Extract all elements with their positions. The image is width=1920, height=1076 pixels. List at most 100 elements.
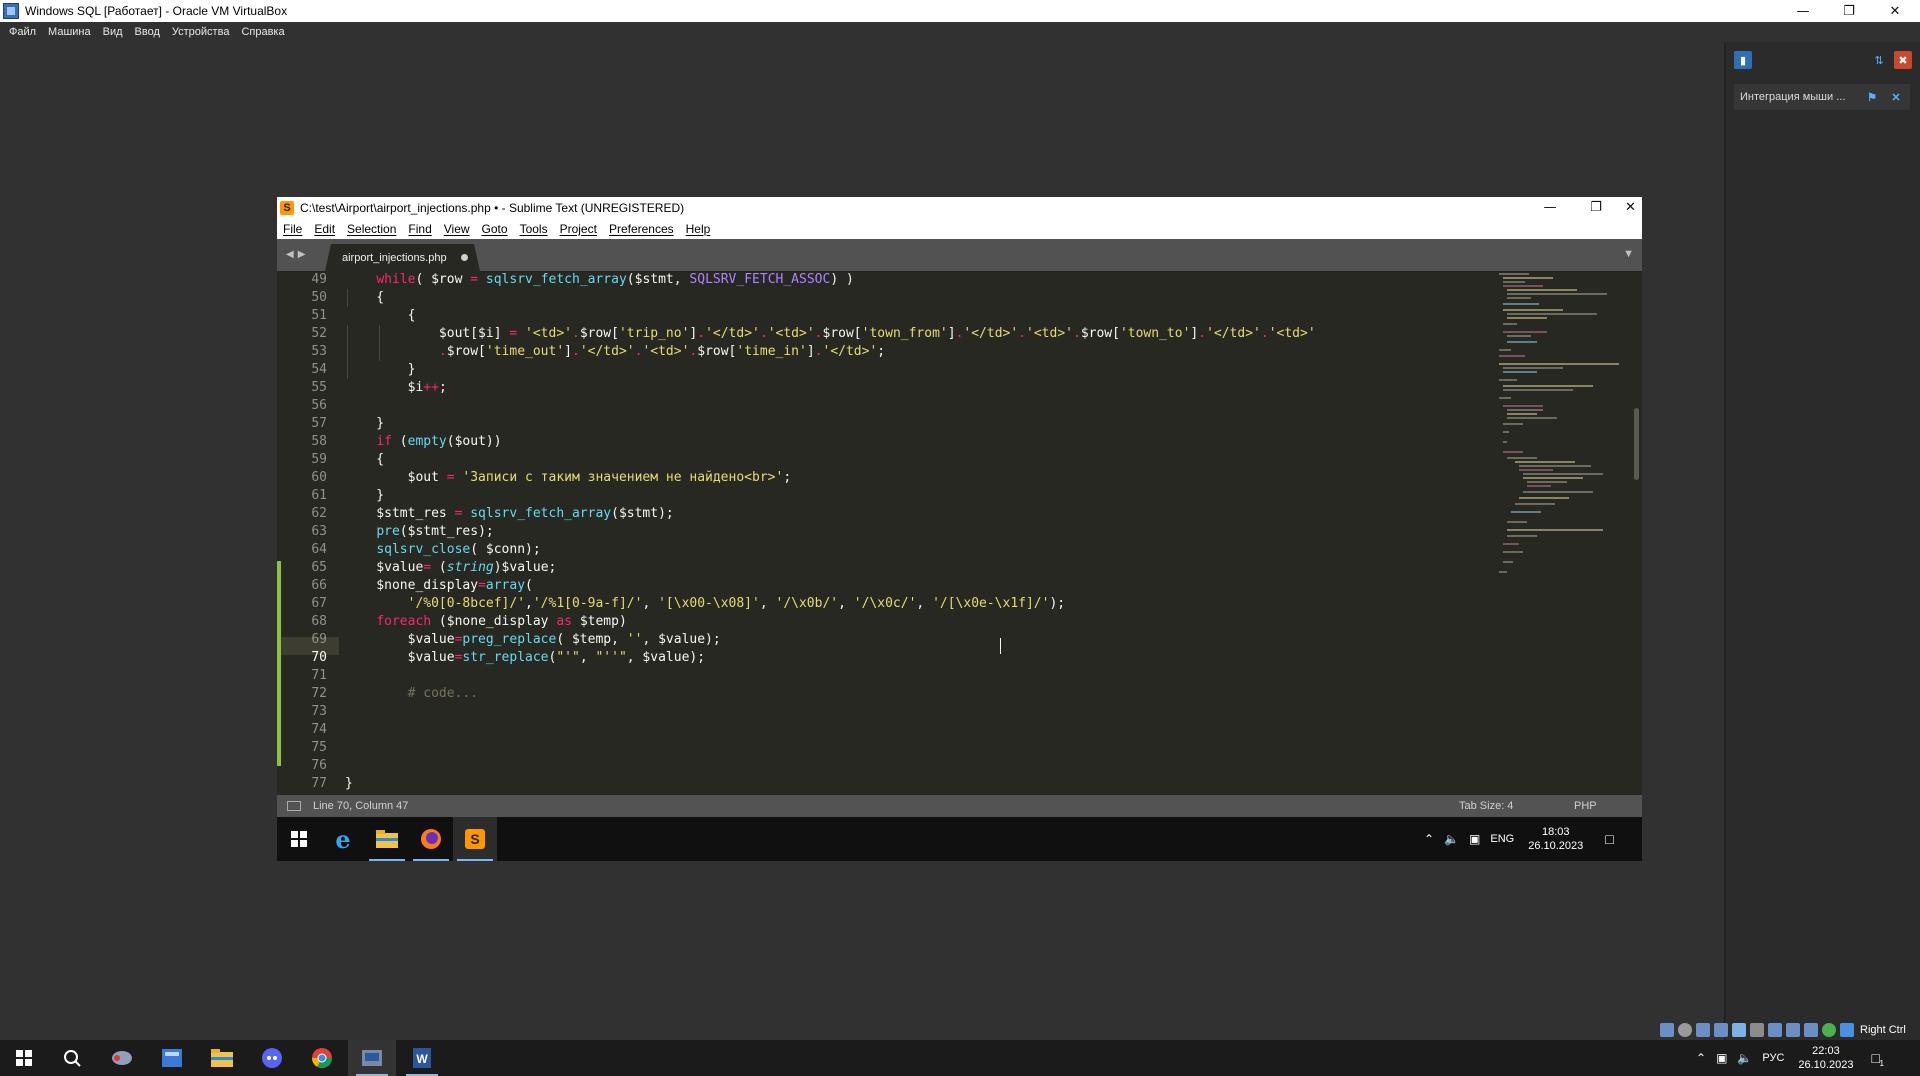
minimap[interactable]	[1495, 271, 1625, 795]
discord-icon[interactable]	[248, 1040, 296, 1076]
tab-size[interactable]: Tab Size: 4	[1459, 800, 1513, 812]
host-date: 26.10.2023	[1798, 1059, 1854, 1071]
vertical-scrollbar[interactable]	[1632, 271, 1642, 795]
vbox-menu-help[interactable]: Справка	[241, 26, 284, 38]
menu-selection[interactable]: Selection	[347, 222, 396, 236]
menu-view[interactable]: View	[444, 222, 470, 236]
scroll-thumb[interactable]	[1634, 408, 1639, 480]
action-center-icon[interactable]: □	[1605, 831, 1613, 847]
menu-project[interactable]: Project	[560, 222, 597, 236]
show-panel-icon[interactable]	[287, 801, 301, 811]
guest-time: 18:03	[1541, 826, 1570, 838]
tab-dropdown-icon[interactable]: ▼	[1623, 248, 1634, 260]
unsaved-dot-icon[interactable]	[461, 254, 468, 261]
close-button[interactable]: ✕	[1872, 0, 1918, 22]
guest-clock[interactable]: 18:03 26.10.2023	[1528, 825, 1583, 853]
code-line: .$row['time_out'].'</td>'.'<td>'.$row['t…	[438, 344, 886, 359]
line-number: 52	[311, 326, 327, 341]
line-number: 64	[311, 542, 327, 557]
optical-drive-icon[interactable]	[1678, 1023, 1692, 1037]
host-taskbar: W ⌃ ▣ 🔈 РУС 22:03 26.10.2023 □ 1	[0, 1040, 1920, 1076]
host-windows-start-icon[interactable]	[0, 1040, 48, 1076]
sublime-restore-button[interactable]: ❐	[1573, 197, 1619, 218]
display-icon[interactable]	[1768, 1023, 1782, 1037]
code-line: $value=str_replace("'", "''", $value);	[345, 650, 706, 665]
host-file-explorer-icon[interactable]	[198, 1040, 246, 1076]
code-line: # code...	[407, 686, 479, 701]
code-line: $i++;	[345, 380, 447, 395]
network-icon[interactable]: ▣	[1469, 832, 1480, 846]
shared-folders-icon[interactable]	[1750, 1023, 1764, 1037]
menu-help[interactable]: Help	[686, 222, 711, 236]
virtualbox-taskbar-icon[interactable]	[348, 1040, 396, 1076]
file-explorer-icon[interactable]	[365, 817, 409, 861]
vbox-status-bar: Right Ctrl	[1660, 1020, 1920, 1040]
line-number: 77	[311, 776, 327, 791]
host-input-language[interactable]: РУС	[1762, 1052, 1784, 1064]
chrome-icon[interactable]	[298, 1040, 346, 1076]
text-caret	[1000, 638, 1001, 654]
line-number: 75	[311, 740, 327, 755]
vbox-menu-view[interactable]: Вид	[103, 26, 123, 38]
vbox-menu-machine[interactable]: Машина	[48, 26, 91, 38]
hard-disk-icon[interactable]	[1660, 1023, 1674, 1037]
host-show-hidden-icons-icon[interactable]: ⌃	[1696, 1051, 1706, 1065]
recording-icon[interactable]	[1786, 1023, 1800, 1037]
sublime-text-taskbar-icon[interactable]: S	[453, 817, 497, 861]
notification-mute-icon[interactable]: ⚑	[1864, 91, 1880, 104]
host-app-icon[interactable]	[148, 1040, 196, 1076]
usb-icon[interactable]	[1732, 1023, 1746, 1037]
syntax-selector[interactable]: PHP	[1574, 800, 1597, 812]
mouse-integration-icon[interactable]	[1822, 1023, 1836, 1037]
host-search-icon[interactable]	[48, 1040, 96, 1076]
audio-icon[interactable]	[1696, 1023, 1710, 1037]
snipping-tool-icon[interactable]	[98, 1040, 146, 1076]
sublime-close-button[interactable]: ✕	[1619, 197, 1642, 218]
host-volume-icon[interactable]: 🔈	[1737, 1051, 1752, 1065]
vbox-menu-devices[interactable]: Устройства	[172, 26, 230, 38]
line-gutter: 49 50 51 52 53 54 55 56 57 58 59 60 61 6…	[277, 271, 339, 793]
notification-close-icon[interactable]: ✕	[1888, 91, 1904, 104]
keyboard-icon[interactable]	[1840, 1023, 1854, 1037]
code-line: $stmt_res = sqlsrv_fetch_array($stmt);	[345, 506, 674, 521]
menu-preferences[interactable]: Preferences	[609, 222, 674, 236]
menu-goto[interactable]: Goto	[482, 222, 508, 236]
volume-muted-icon[interactable]: 🔈	[1444, 832, 1459, 846]
sublime-window-title: C:\test\Airport\airport_injections.php •…	[300, 200, 685, 215]
host-clock[interactable]: 22:03 26.10.2023	[1798, 1044, 1853, 1072]
line-number: 55	[311, 380, 327, 395]
input-language[interactable]: ENG	[1490, 833, 1514, 845]
menu-edit[interactable]: Edit	[314, 222, 335, 236]
notification-item[interactable]: Интеграция мыши ... ⚑ ✕	[1734, 84, 1910, 110]
vbox-menu-input[interactable]: Ввод	[135, 26, 160, 38]
svg-text:W: W	[416, 1052, 428, 1066]
word-icon[interactable]: W	[398, 1040, 446, 1076]
minimize-button[interactable]: —	[1780, 0, 1826, 22]
status-bar: Line 70, Column 47 Tab Size: 4 PHP	[277, 795, 1642, 817]
vbox-menu-file[interactable]: Файл	[9, 26, 36, 38]
restore-button[interactable]: ❐	[1826, 0, 1872, 22]
tab-nav-arrows-icon[interactable]: ◀▶	[286, 249, 309, 260]
windows-start-icon[interactable]	[277, 817, 321, 861]
tab-airport-injections[interactable]: airport_injections.php	[325, 244, 480, 271]
internet-explorer-icon[interactable]: e	[321, 817, 365, 861]
menu-tools[interactable]: Tools	[520, 222, 548, 236]
network-adapter-icon[interactable]	[1714, 1023, 1728, 1037]
firefox-icon[interactable]	[409, 817, 453, 861]
sublime-minimize-button[interactable]: —	[1527, 197, 1573, 218]
host-network-icon[interactable]: ▣	[1716, 1051, 1727, 1065]
line-number: 53	[311, 344, 327, 359]
sort-icon[interactable]: ⇅	[1870, 51, 1888, 69]
menu-find[interactable]: Find	[408, 222, 431, 236]
notification-count: 1	[1879, 1059, 1884, 1068]
code-editor[interactable]: 49 50 51 52 53 54 55 56 57 58 59 60 61 6…	[277, 271, 1642, 795]
show-hidden-icons-icon[interactable]: ⌃	[1424, 832, 1434, 846]
cpu-icon[interactable]	[1804, 1023, 1818, 1037]
clear-all-icon[interactable]: ✖	[1894, 51, 1912, 69]
menu-file[interactable]: File	[283, 222, 302, 236]
notification-center-icon[interactable]: ▮	[1734, 51, 1752, 69]
host-action-center-icon[interactable]: □ 1	[1871, 1050, 1883, 1068]
